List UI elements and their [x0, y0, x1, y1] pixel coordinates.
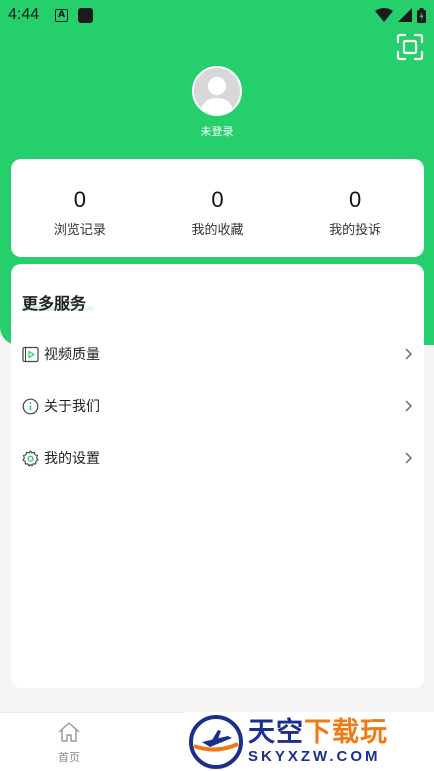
menu-item-my-settings[interactable]: 我的设置 [11, 436, 424, 480]
chevron-right-icon [405, 400, 412, 412]
stat-label: 我的收藏 [191, 223, 244, 238]
menu-item-label: 视频质量 [44, 347, 100, 363]
stat-complaints[interactable]: 0 我的投诉 [286, 159, 424, 257]
menu-item-video-quality[interactable]: 视频质量 [11, 332, 424, 376]
battery-icon [417, 7, 426, 23]
watermark: 天空下载玩 SKYXZW.COM [185, 712, 434, 771]
info-icon [22, 398, 39, 415]
settings-gear-icon [22, 449, 39, 467]
home-icon [58, 722, 80, 742]
watermark-title-part2: 下载玩 [304, 716, 388, 748]
stats-card: 0 浏览记录 0 我的收藏 0 我的投诉 [11, 159, 424, 257]
stat-browse-history[interactable]: 0 浏览记录 [11, 159, 149, 257]
stat-count: 0 [349, 187, 362, 212]
watermark-title-part1: 天空 [248, 716, 304, 748]
status-bar: 4:44 A [0, 0, 434, 30]
services-card: 更多服务 视频质量 关于我们 我的设置 [11, 264, 424, 688]
nav-tab-home[interactable]: 首页 [52, 721, 86, 765]
login-status-text[interactable]: 未登录 [0, 123, 434, 139]
stat-favorites[interactable]: 0 我的收藏 [149, 159, 287, 257]
user-icon [200, 77, 234, 114]
watermark-title: 天空下载玩 [248, 716, 388, 748]
watermark-url: SKYXZW.COM [248, 747, 381, 765]
notification-app-icon [78, 7, 94, 23]
notification-a-icon: A [55, 8, 69, 22]
cellular-signal-icon [398, 8, 412, 22]
avatar[interactable] [192, 66, 242, 116]
stat-count: 0 [73, 187, 86, 212]
watermark-logo-icon [189, 714, 243, 769]
menu-item-label: 关于我们 [44, 399, 100, 415]
stat-label: 浏览记录 [53, 223, 106, 238]
wifi-icon [375, 8, 393, 22]
stat-count: 0 [211, 187, 224, 212]
scan-icon[interactable] [396, 33, 424, 61]
video-quality-icon [22, 346, 39, 363]
menu-item-about-us[interactable]: 关于我们 [11, 384, 424, 428]
section-title: 更多服务 [22, 294, 87, 313]
nav-tab-label: 首页 [58, 751, 80, 764]
status-time: 4:44 [8, 6, 40, 23]
chevron-right-icon [405, 348, 412, 360]
stat-label: 我的投诉 [329, 223, 382, 238]
menu-item-label: 我的设置 [44, 451, 100, 467]
chevron-right-icon [405, 452, 412, 464]
